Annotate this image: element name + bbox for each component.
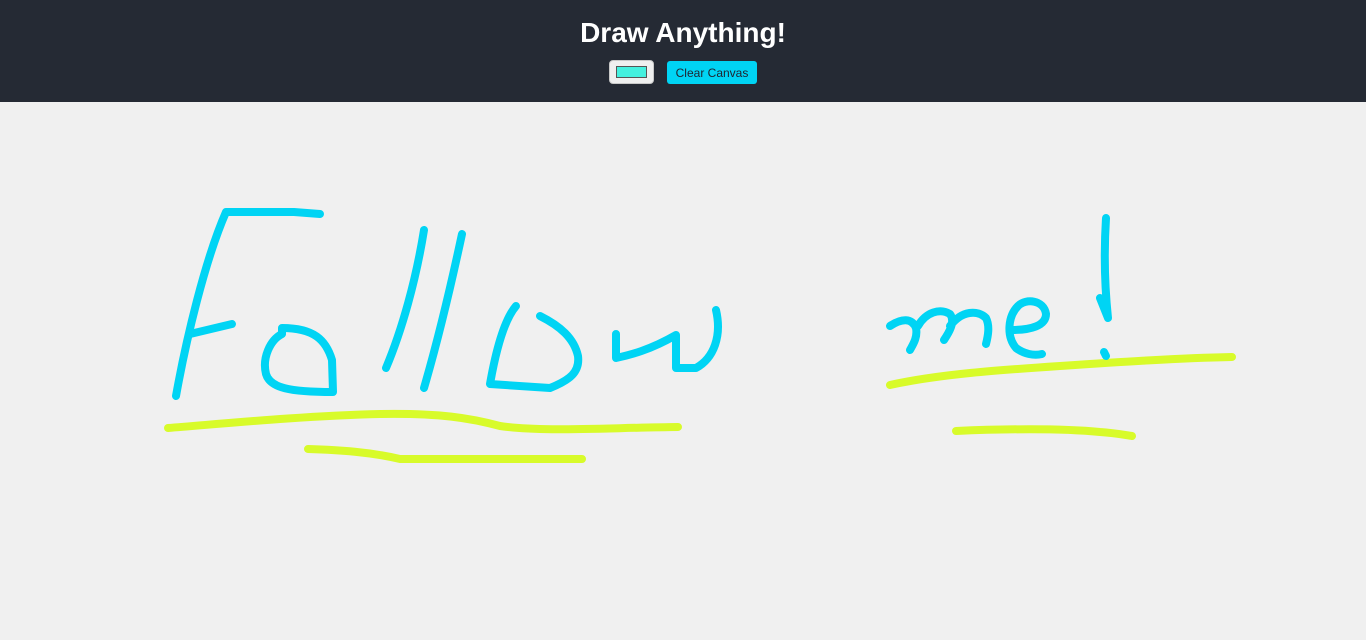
page-title: Draw Anything! (580, 17, 786, 48)
exclamation-mark (1096, 214, 1112, 360)
toolbar: Clear Canvas (0, 60, 1366, 84)
color-swatch (616, 66, 647, 78)
clear-canvas-button[interactable]: Clear Canvas (667, 61, 757, 84)
drawing-canvas[interactable] (0, 102, 1366, 640)
underline-follow-short (304, 445, 586, 463)
underline-me-long (886, 353, 1236, 389)
underline-follow-long (164, 409, 682, 434)
underline-me-short (952, 425, 1136, 440)
underline-strokes (164, 353, 1236, 463)
canvas-surface[interactable] (0, 102, 1366, 640)
handwritten-text-follow (172, 208, 722, 400)
color-picker[interactable] (609, 60, 654, 84)
app-header: Draw Anything! Clear Canvas (0, 0, 1366, 102)
handwritten-text-me (886, 297, 1050, 359)
